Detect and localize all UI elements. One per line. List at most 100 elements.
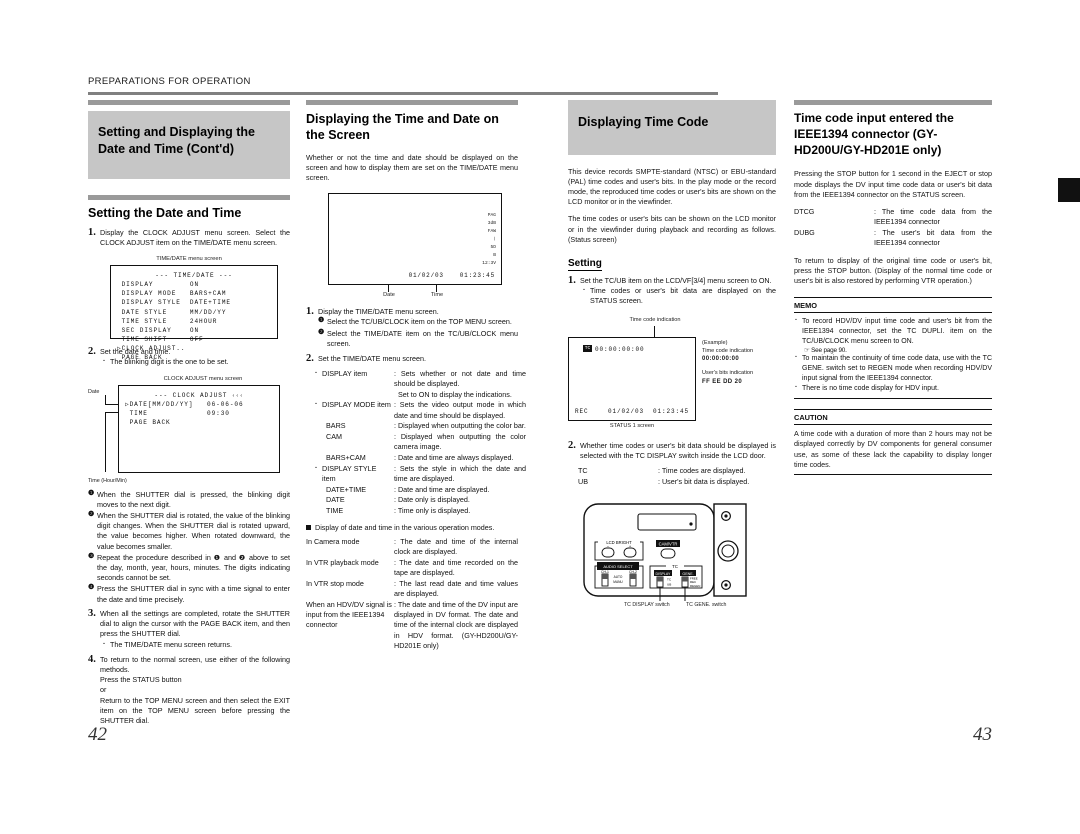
osd-row-label: SEC DISPLAY: [121, 326, 190, 334]
status-date: 01/02/03: [607, 407, 644, 415]
svg-text:REGEN: REGEN: [690, 583, 700, 587]
svg-text:CAM/VTR: CAM/VTR: [659, 541, 678, 546]
viewfinder-side-indicators: PAG 3dB FAW ❘ 5D B 12:3V: [474, 212, 496, 268]
step-1: 1. Display the CLOCK ADJUST menu screen.…: [88, 226, 290, 248]
step-1-text: Display the CLOCK ADJUST menu screen. Se…: [100, 227, 290, 247]
osd-row-value: 24HOUR: [189, 317, 218, 325]
column-2: Displaying the Time and Date on the Scre…: [306, 100, 526, 652]
viewfinder-indicator: FAW: [487, 229, 496, 235]
section-heading-time-code: Displaying Time Code: [568, 100, 776, 155]
tc-switch-row: TC : Time codes are displayed.: [578, 466, 786, 477]
subheading-setting-date-time: Setting the Date and Time: [88, 206, 242, 220]
timedate-item-row: DISPLAY STYLE item: Sets the style in wh…: [314, 463, 526, 485]
col4-para-2: To return to display of the original tim…: [794, 256, 992, 286]
col2-substep: ❷ Select the TIME/DATE item on the TC/UB/…: [318, 329, 518, 349]
col3-para-1: This device records SMPTE-standard (NTSC…: [568, 166, 776, 207]
timedate-item-table: DISPLAY item: Sets whether or not date a…: [314, 368, 526, 517]
memo-body: To record HDV/DV input time code and use…: [794, 311, 992, 400]
substep-marker: ❷: [88, 510, 95, 518]
example-ub-label: User's bits indication: [702, 370, 754, 377]
status-callout-label: Time code indication: [629, 316, 681, 323]
definition-description: : The user's bit data from the IEEE1394 …: [874, 228, 992, 248]
operation-mode-row: In VTR stop mode: The last read date and…: [306, 579, 518, 600]
memo-item: There is no time code display for HDV in…: [794, 383, 992, 394]
col2-substep-marker: ❷: [318, 328, 325, 336]
viewfinder-label-date: Date: [383, 292, 395, 299]
osd-row: DISPLAY ON: [117, 280, 271, 289]
heading-rule-2: [306, 100, 518, 105]
status-screen-figure: Time code indication TC 00:00:00:00 REC …: [568, 317, 776, 433]
col3-step-2-number: 2.: [568, 439, 576, 451]
panel-caption-tc-gene: TC GENE. switch: [686, 601, 727, 608]
column-4: Time code input entered the IEEE1394 con…: [794, 100, 992, 476]
col2-step-2-number: 2.: [306, 353, 314, 365]
viewfinder-indicator: ❘: [493, 237, 496, 243]
definition-description: : Time codes are displayed.: [658, 466, 746, 476]
svg-text:GENE.: GENE.: [682, 571, 693, 575]
osd-row-value: ON: [189, 326, 200, 334]
step-4-number: 4.: [88, 653, 96, 665]
definition-label: TC: [578, 466, 588, 476]
step-4: 4. To return to the normal screen, use e…: [88, 653, 290, 727]
osd-row: DATE STYLE MM/DD/YY: [117, 308, 271, 317]
osd-row-label: DISPLAY: [121, 281, 190, 289]
operation-mode-row: When an HDV/DV signal is input from the …: [306, 600, 518, 652]
substep-marker: ❹: [88, 584, 95, 592]
status-callout-leader: [654, 325, 655, 337]
viewfinder-indicator: PAG: [487, 213, 496, 219]
col2-substep-text: Select the TIME/DATE item on the TC/UB/C…: [327, 328, 518, 348]
substep: ❷ When the SHUTTER dial is rotated, the v…: [88, 511, 290, 552]
panel-svg: LCD BRIGHT − + CAM/VTR AUDIO SELECT CH-1…: [583, 502, 747, 601]
step-4-line: or: [100, 685, 107, 695]
status-example-block: (Example) Time code indication 00:00:00:…: [702, 339, 776, 387]
subheading-rule: [88, 195, 290, 200]
osd-row-value: OFF: [189, 336, 204, 344]
col2-step-1-number: 1.: [306, 306, 314, 318]
timedate-menu-screen: --- TIME/DATE --- DISPLAY ON DISPLAY MOD…: [110, 265, 278, 361]
col3-step-1: 1. Set the TC/UB item on the LCD/VF[3/4]…: [568, 275, 776, 307]
step-1-number: 1.: [88, 226, 96, 238]
timedate-menu-title: --- TIME/DATE ---: [155, 272, 233, 280]
status-time: 01:23:45: [652, 407, 689, 415]
viewfinder-datetime: 01/02/03 01:23:45: [329, 272, 495, 279]
ieee-def-row: DUBG: The user's bit data from the IEEE1…: [794, 228, 992, 249]
tc-switch-row: UB: User's bit data is displayed.: [578, 477, 786, 488]
svg-text:MANU: MANU: [613, 580, 623, 584]
substep: ❸ Repeat the procedure described in ❶ and…: [88, 553, 290, 584]
lcd-door-panel-illustration: LCD BRIGHT − + CAM/VTR AUDIO SELECT CH-1…: [568, 500, 776, 612]
running-head: PREPARATIONS FOR OPERATION: [88, 76, 251, 87]
step-4-line: Press the STATUS button: [100, 675, 182, 685]
viewfinder-screen: PAG 3dB FAW ❘ 5D B 12:3V 01/02/03 01:23:45: [328, 193, 502, 286]
definition-description: : Sets the video output mode in which da…: [394, 400, 526, 420]
col2-substep: ❶ Select the TC/UB/CLOCK item on the TOP …: [318, 317, 518, 327]
step-4-lines: Press the STATUS button or Return to the T…: [100, 675, 290, 726]
timedate-item-row: BARS: Displayed when outputting the colo…: [314, 421, 526, 432]
col2-step-2-text: Set the TIME/DATE menu screen.: [318, 354, 426, 364]
definition-label: DATE+TIME: [326, 484, 367, 494]
step-3-bullet: The TIME/DATE menu screen returns.: [102, 639, 290, 650]
definition-label: CAM: [326, 432, 342, 442]
memo-see-reference: ☞ See page 90.: [804, 347, 847, 355]
svg-text:AUDIO SELECT: AUDIO SELECT: [603, 564, 633, 569]
definition-description: : Displayed when outputting the color ca…: [394, 432, 526, 452]
svg-text:CH-2: CH-2: [629, 570, 637, 574]
modes-heading: Display of date and time in the various …: [306, 523, 518, 533]
step-4-line: Return to the TOP MENU screen and then s…: [100, 695, 290, 726]
definition-description: : The date and time of the internal cloc…: [394, 537, 518, 557]
step-2: 2. Set the date and time. The blinking d…: [88, 346, 290, 367]
osd-row: DISPLAY STYLE DATE+TIME: [117, 298, 271, 307]
status-screen: TC 00:00:00:00 REC 01/02/03 01:23:45: [568, 336, 696, 421]
example-tc-label: Time code indication: [702, 348, 754, 355]
osd-row-value: MM/DD/YY: [189, 308, 227, 316]
definition-description: : Sets whether or not date and time shou…: [394, 369, 526, 399]
status-rec-label: REC: [575, 407, 589, 415]
viewfinder-label-time: Time: [430, 292, 444, 299]
definition-description: : Date only is displayed.: [394, 495, 470, 505]
step-3: 3. When all the settings are completed, …: [88, 608, 290, 650]
timedate-item-row: BARS+CAM: Date and time are always displ…: [314, 453, 526, 464]
operation-mode-row: In Camera mode: The date and time of the…: [306, 537, 518, 558]
svg-text:CH-1: CH-1: [601, 570, 609, 574]
osd-row-value: DATE+TIME: [189, 299, 231, 307]
definition-label: In VTR playback mode: [306, 557, 379, 567]
timedate-item-row: DISPLAY item: Sets whether or not date a…: [314, 368, 526, 400]
